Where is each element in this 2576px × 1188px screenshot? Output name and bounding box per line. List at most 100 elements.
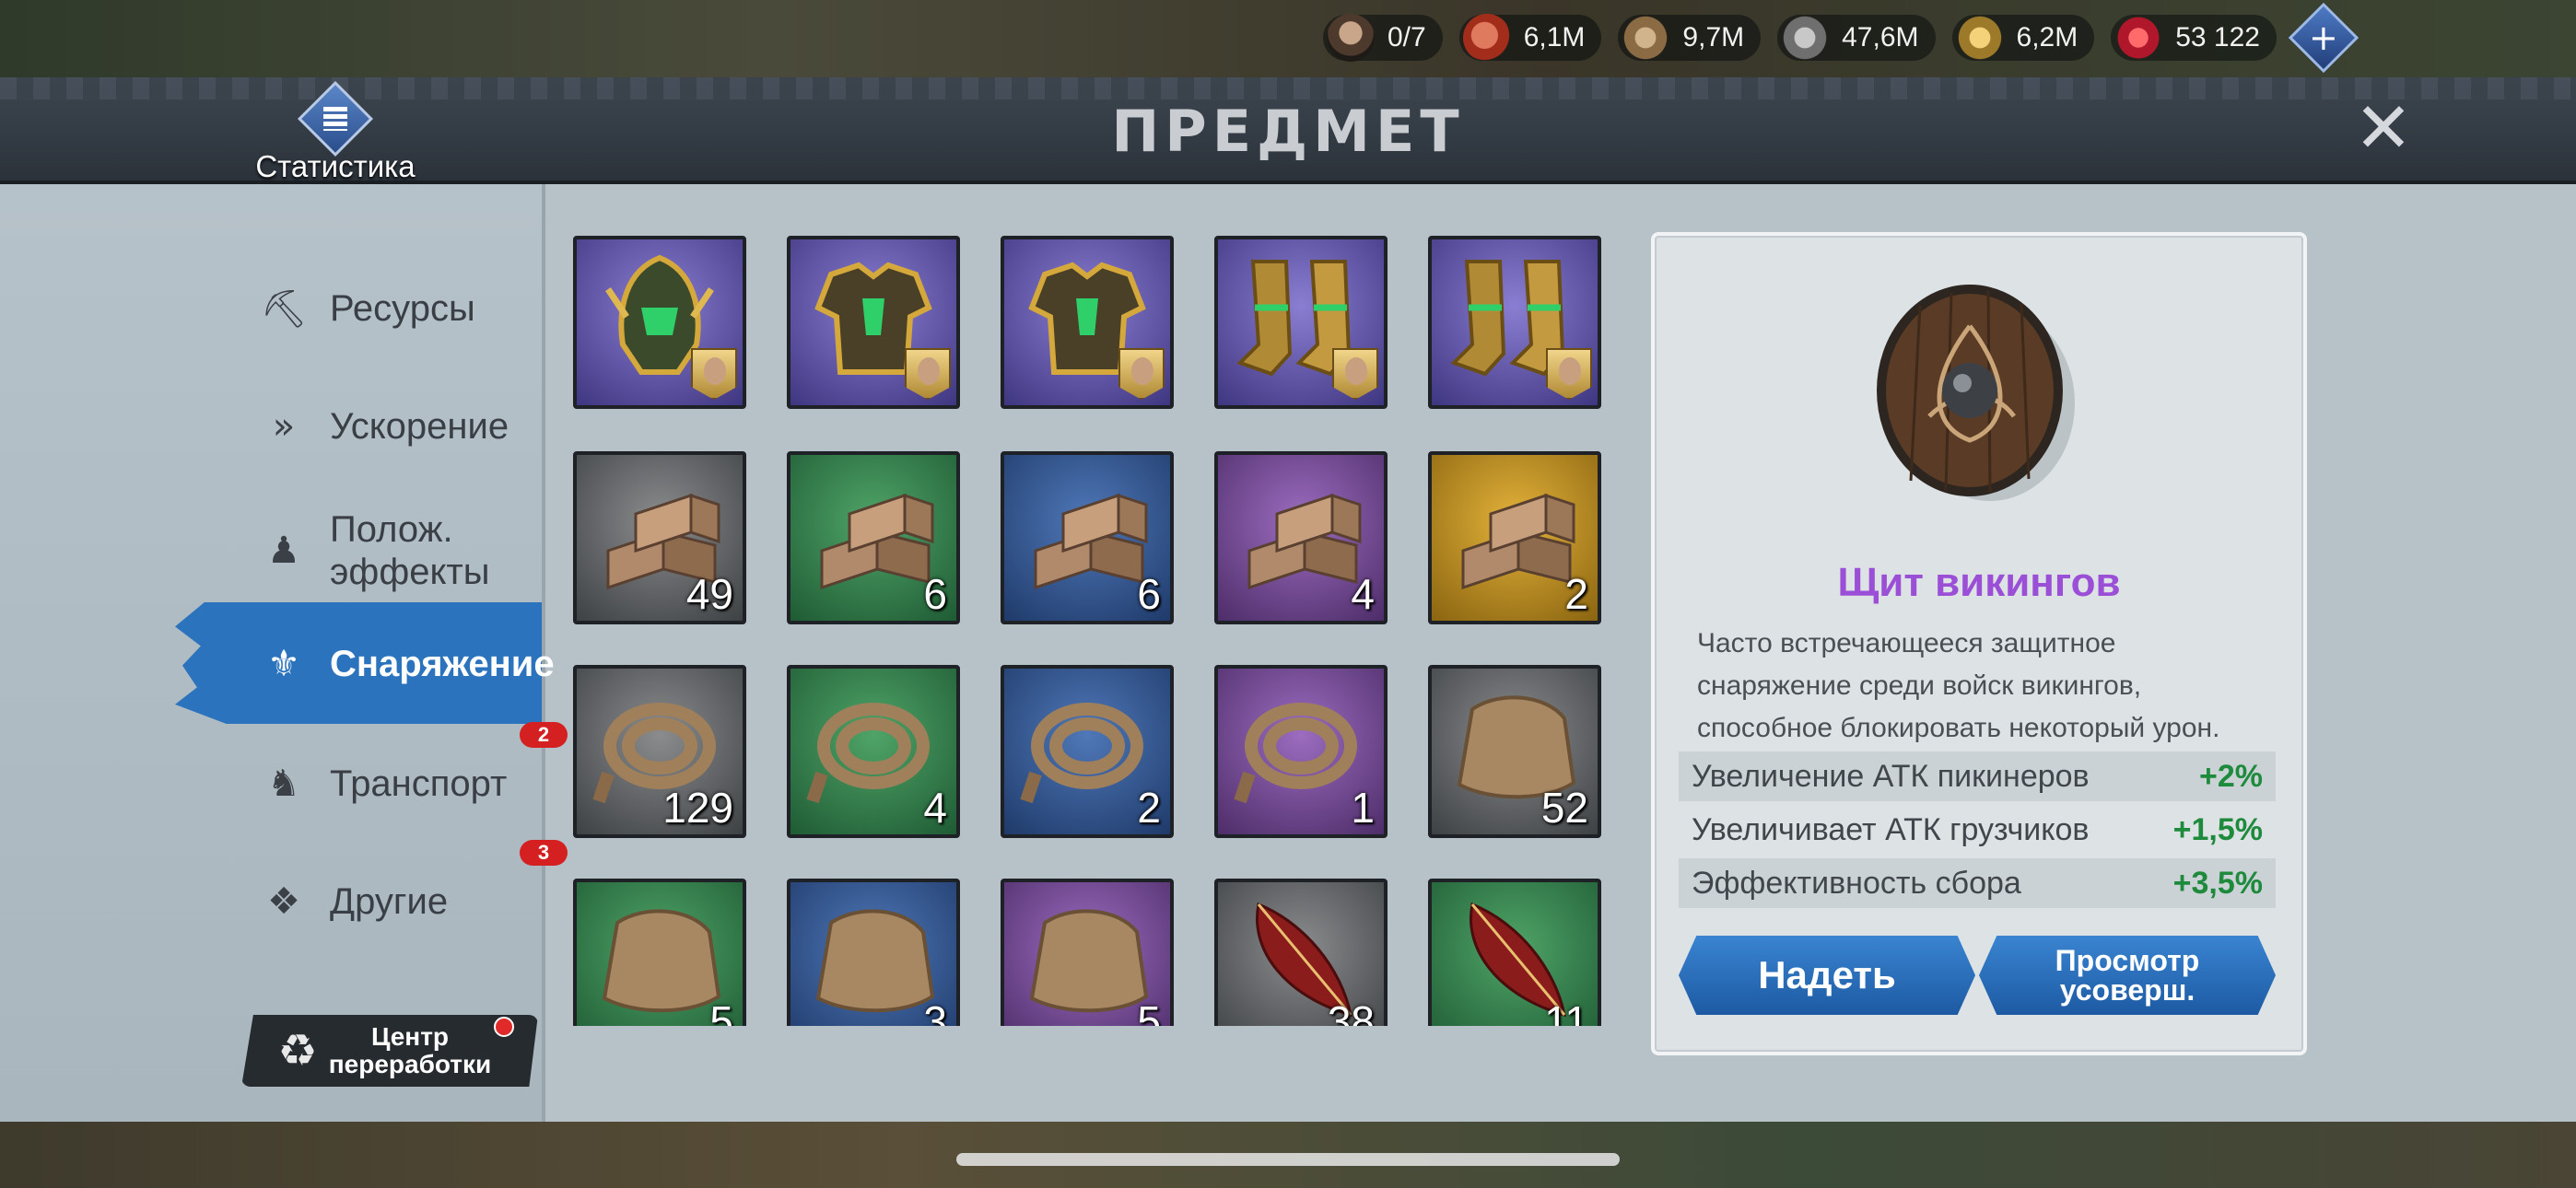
- sidebar-item-label: Снаряжение: [330, 644, 555, 684]
- sidebar-item-label: Ресурсы: [330, 288, 475, 329]
- resource-value: 6,1M: [1523, 22, 1586, 52]
- item-quantity: 2: [1564, 570, 1588, 618]
- plus-icon: +: [2309, 17, 2338, 58]
- resource-value: 47,6M: [1842, 22, 1919, 52]
- inventory-slot-rope[interactable]: 129: [573, 665, 746, 838]
- hero-portrait-icon: [905, 348, 951, 400]
- buffs-icon: ♟: [267, 530, 300, 572]
- stat-name: Эффективность сбора: [1692, 865, 2021, 901]
- resource-gems[interactable]: 53 122: [2111, 14, 2277, 62]
- resource-population[interactable]: 0/7: [1323, 14, 1443, 62]
- item-description: Часто встречающееся защитное снаряжение …: [1697, 628, 2220, 743]
- item-name: Щит викингов: [1837, 560, 2121, 605]
- inventory-slot-lumber[interactable]: 49: [573, 451, 746, 624]
- stat-value: +1,5%: [2172, 811, 2263, 847]
- inventory-slot-chest-armor[interactable]: [1001, 236, 1174, 409]
- item-quantity: 6: [923, 570, 947, 618]
- resource-bar: 0/7 6,1M 9,7M 47,6M 6,2M 53 122 +: [1323, 2, 2462, 74]
- sidebar-item-other[interactable]: ❖ Другие: [258, 860, 448, 943]
- meat-icon: [1462, 14, 1511, 62]
- resource-meat[interactable]: 6,1M: [1458, 14, 1602, 62]
- inventory-slot-chest-armor[interactable]: [787, 236, 960, 409]
- sidebar-item-resources[interactable]: ⛏ Ресурсы: [258, 267, 475, 350]
- notification-badge: 3: [520, 840, 568, 866]
- view-upgrade-button[interactable]: Просмотр усоверш.: [1979, 936, 2276, 1015]
- item-quantity: 5: [1137, 997, 1161, 1026]
- statistics-icon: [297, 80, 374, 157]
- inventory-slot-feather[interactable]: 38: [1214, 879, 1388, 1026]
- inventory-slot-boots[interactable]: [1214, 236, 1388, 409]
- sidebar-item-label: Транспорт: [330, 763, 508, 804]
- item-quantity: 3: [923, 997, 947, 1026]
- inventory-slot-leather[interactable]: 5: [1001, 879, 1174, 1026]
- item-quantity: 4: [1351, 570, 1375, 618]
- stat-value: +3,5%: [2172, 865, 2263, 901]
- inventory-slot-feather[interactable]: 11: [1428, 879, 1601, 1026]
- item-quantity: 38: [1327, 997, 1375, 1026]
- hero-portrait-icon: [1332, 348, 1378, 400]
- population-icon: [1327, 14, 1375, 62]
- notification-badge: 2: [520, 722, 568, 748]
- sidebar-item-transport[interactable]: ♞ Транспорт: [258, 742, 507, 825]
- inventory-slot-leather[interactable]: 3: [787, 879, 960, 1026]
- resource-value: 9,7M: [1682, 22, 1745, 52]
- resource-wood[interactable]: 9,7M: [1618, 14, 1762, 62]
- sidebar-item-label: Другие: [330, 881, 449, 922]
- recycle-icon: ♻: [277, 1025, 318, 1077]
- item-quantity: 4: [923, 784, 947, 832]
- inventory-slot-rope[interactable]: 2: [1001, 665, 1174, 838]
- gold-icon: [1955, 14, 2004, 62]
- inventory-slot-lumber[interactable]: 6: [787, 451, 960, 624]
- recycling-center-label: Центр переработки: [328, 1022, 492, 1078]
- stone-icon: [1781, 14, 1830, 62]
- stat-name: Увеличивает АТК грузчиков: [1692, 811, 2090, 847]
- resource-stone[interactable]: 47,6M: [1777, 14, 1936, 62]
- wood-icon: [1622, 14, 1670, 62]
- add-gems-button[interactable]: +: [2288, 2, 2359, 74]
- inventory-slot-lumber[interactable]: 2: [1428, 451, 1601, 624]
- stat-row: Увеличение АТК пикинеров +2%: [1679, 751, 2276, 801]
- home-indicator[interactable]: [956, 1153, 1620, 1166]
- item-quantity: 52: [1540, 784, 1588, 832]
- inventory-slot-leather[interactable]: 52: [1428, 665, 1601, 838]
- equip-button[interactable]: Надеть: [1679, 936, 1975, 1015]
- hero-portrait-icon: [1546, 348, 1592, 400]
- inventory-slot-leather[interactable]: 5: [573, 879, 746, 1026]
- inventory-slot-rope[interactable]: 4: [787, 665, 960, 838]
- item-quantity: 11: [1544, 997, 1588, 1026]
- item-grid: 49 6 6 4 2 129 4 2 1 52 5 3 5 38 11: [573, 232, 1614, 1026]
- horse-icon: ♞: [267, 763, 300, 805]
- speedup-icon: »: [272, 405, 296, 448]
- sidebar-item-speedup[interactable]: » Ускорение: [258, 385, 509, 468]
- stat-row: Увеличивает АТК грузчиков +1,5%: [1679, 805, 2276, 855]
- resources-icon: ⛏: [260, 287, 308, 331]
- resource-value: 53 122: [2175, 22, 2260, 52]
- inventory-slot-helmet[interactable]: [573, 236, 746, 409]
- sidebar-item-label: Ускорение: [330, 406, 509, 447]
- shield-icon: [1877, 285, 2075, 501]
- item-quantity: 49: [685, 570, 733, 618]
- resource-gold[interactable]: 6,2M: [1951, 14, 2095, 62]
- other-icon: ❖: [267, 880, 300, 923]
- close-button[interactable]: ✕: [2351, 93, 2416, 163]
- sidebar-item-buffs[interactable]: ♟ Полож. эффекты: [258, 505, 490, 597]
- notification-dot: [494, 1017, 514, 1037]
- hero-portrait-icon: [691, 348, 737, 400]
- stat-name: Увеличение АТК пикинеров: [1692, 758, 2090, 794]
- item-quantity: 2: [1137, 784, 1161, 832]
- item-quantity: 129: [662, 784, 733, 832]
- resource-value: 0/7: [1388, 22, 1426, 52]
- inventory-slot-boots[interactable]: [1428, 236, 1601, 409]
- sidebar-item-equipment[interactable]: ⚜ Снаряжение: [258, 623, 555, 705]
- inventory-slot-lumber[interactable]: 4: [1214, 451, 1388, 624]
- resource-value: 6,2M: [2016, 22, 2078, 52]
- inventory-slot-lumber[interactable]: 6: [1001, 451, 1174, 624]
- sidebar-item-label: Полож. эффекты: [330, 509, 490, 592]
- gem-icon: [2114, 14, 2163, 62]
- item-quantity: 6: [1137, 570, 1161, 618]
- inventory-slot-rope[interactable]: 1: [1214, 665, 1388, 838]
- statistics-button[interactable]: Статистика: [245, 80, 426, 183]
- item-quantity: 1: [1351, 784, 1375, 832]
- stat-value: +2%: [2199, 758, 2263, 794]
- stat-row: Эффективность сбора +3,5%: [1679, 858, 2276, 908]
